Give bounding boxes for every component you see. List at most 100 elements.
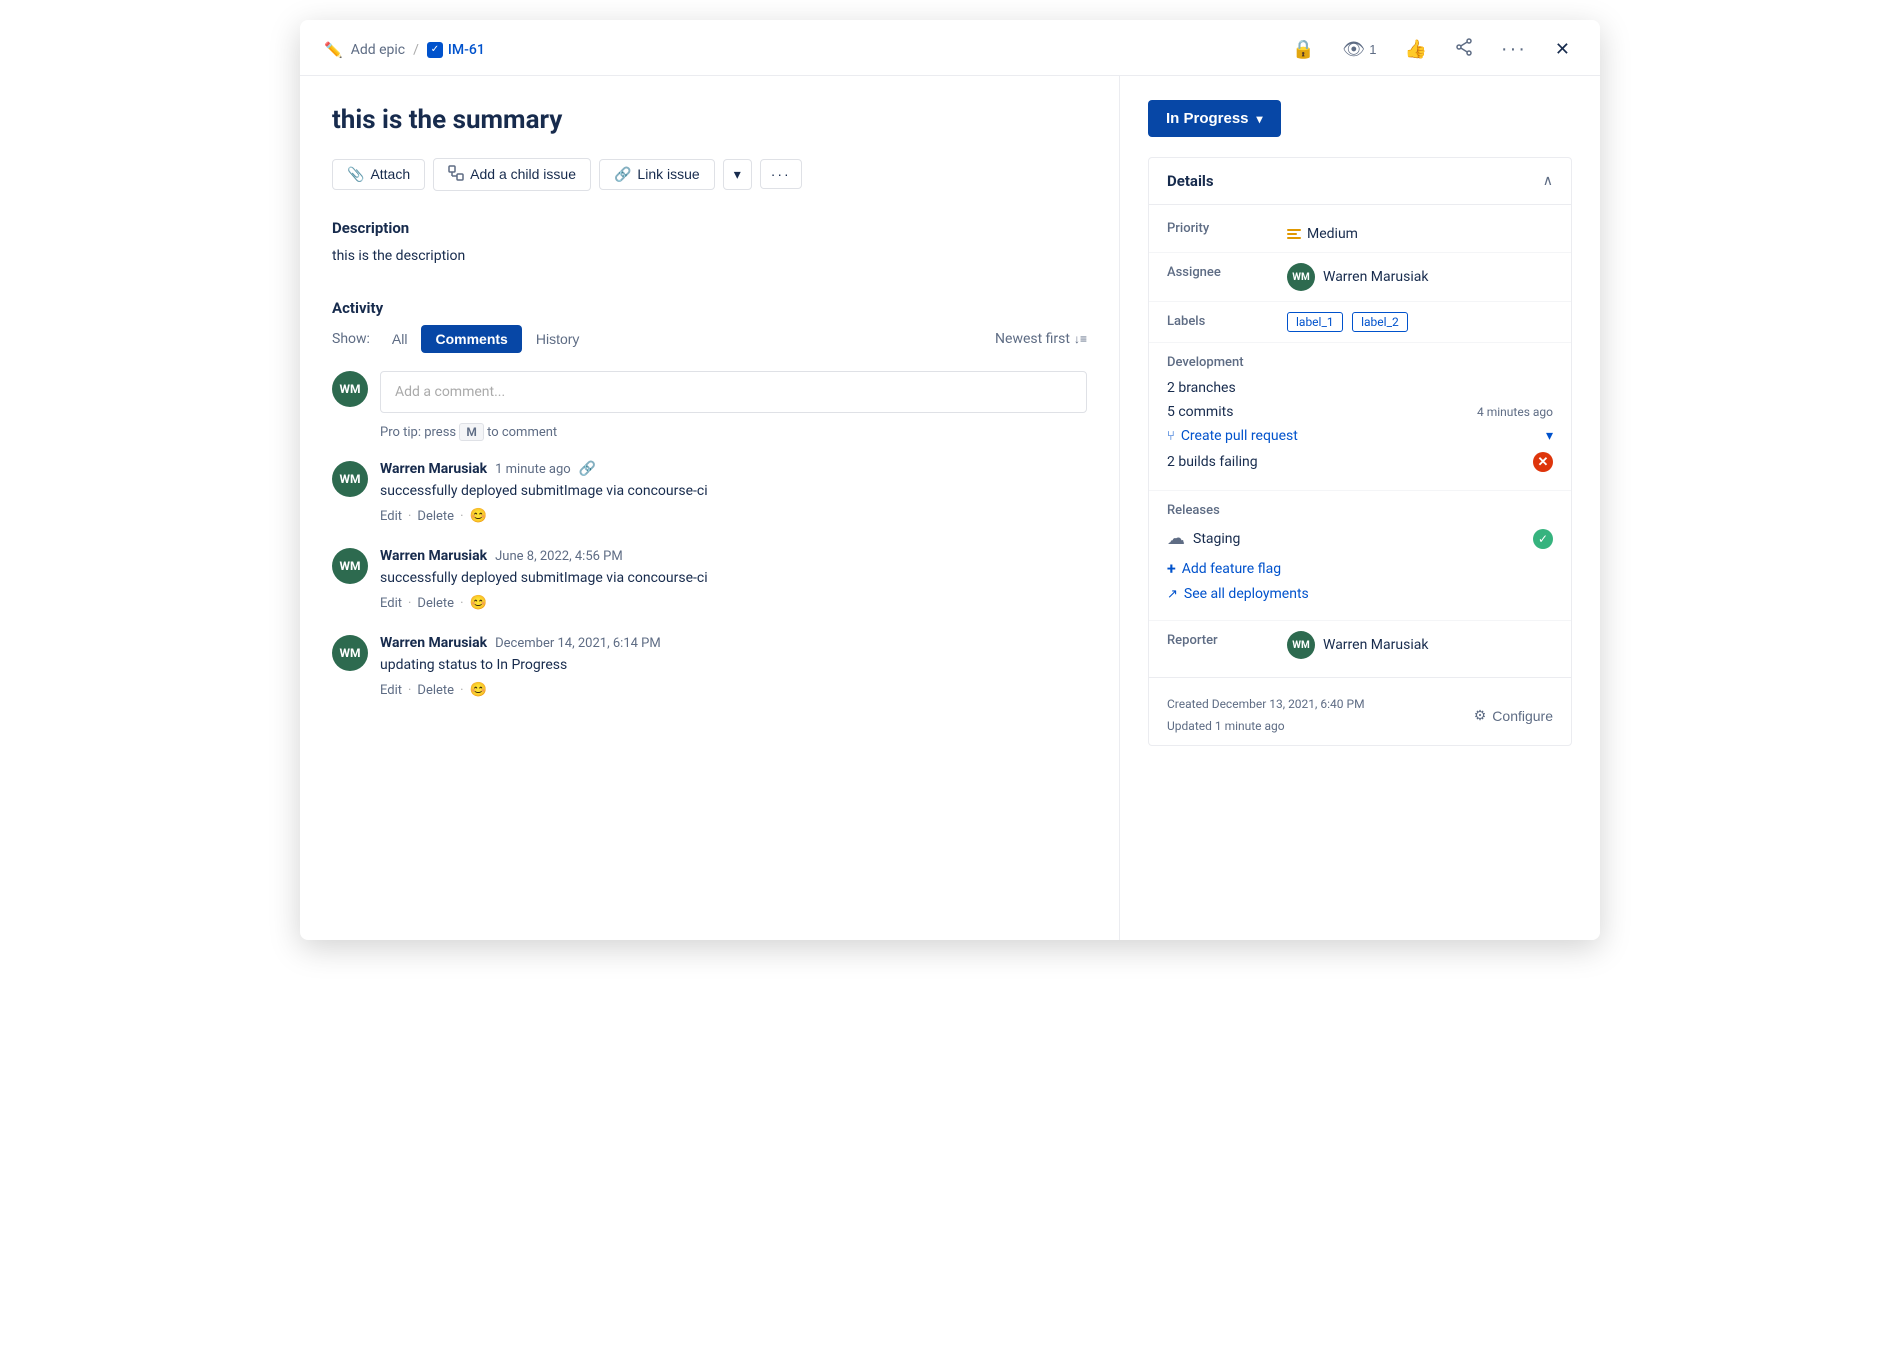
activity-section: Activity Show: All Comments History Newe… <box>332 299 1087 698</box>
delete-link[interactable]: Delete <box>417 596 454 611</box>
comment-input[interactable]: Add a comment... <box>380 371 1087 413</box>
comment-time: 1 minute ago <box>495 462 571 477</box>
details-header[interactable]: Details ∧ <box>1149 158 1571 205</box>
header-actions: 🔒 👁 1 👍 ··· ✕ <box>1286 34 1576 65</box>
sort-dropdown[interactable]: Newest first ↓≡ <box>995 331 1087 347</box>
development-label: Development <box>1167 353 1244 370</box>
description-text: this is the description <box>332 245 1087 267</box>
build-fail-icon: ✕ <box>1533 452 1553 472</box>
status-button[interactable]: In Progress ▾ <box>1148 100 1281 137</box>
configure-button[interactable]: ⚙ Configure <box>1474 707 1553 724</box>
more-button[interactable]: ··· <box>1495 34 1533 65</box>
edit-link[interactable]: Edit <box>380 683 402 698</box>
add-child-issue-button[interactable]: Add a child issue <box>433 158 591 191</box>
tab-all[interactable]: All <box>378 325 422 353</box>
chevron-down-icon: ▾ <box>1257 112 1263 126</box>
builds-failing-text: 2 builds failing <box>1167 454 1258 470</box>
tab-comments[interactable]: Comments <box>421 325 521 353</box>
close-button[interactable]: ✕ <box>1549 35 1576 64</box>
details-chevron-icon: ∧ <box>1543 173 1553 189</box>
activity-tabs: Show: All Comments History Newest first … <box>332 325 1087 353</box>
eye-icon: 👁 <box>1342 39 1365 60</box>
delete-link[interactable]: Delete <box>417 683 454 698</box>
reporter-row: Reporter WM Warren Marusiak <box>1149 621 1571 669</box>
issue-type-icon: ✓ <box>427 42 443 58</box>
attach-button[interactable]: 📎 Attach <box>332 159 425 190</box>
comment-body: Warren Marusiak June 8, 2022, 4:56 PM su… <box>380 548 1087 611</box>
main-content: this is the summary 📎 Attach Add a child… <box>300 76 1120 940</box>
assignee-value: WM Warren Marusiak <box>1287 263 1553 291</box>
lock-icon: 🔒 <box>1292 39 1314 60</box>
pencil-icon: ✏️ <box>324 41 343 59</box>
labels-value: label_1 label_2 <box>1287 312 1553 332</box>
label-tag-2[interactable]: label_2 <box>1352 312 1408 332</box>
priority-icon: Medium <box>1287 226 1358 242</box>
priority-value: Medium <box>1287 219 1553 242</box>
comment-author: Warren Marusiak <box>380 548 487 564</box>
comment-time: June 8, 2022, 4:56 PM <box>495 549 623 564</box>
commits-value: 5 commits <box>1167 404 1233 420</box>
avatar: WM <box>332 461 368 497</box>
comment-body: Warren Marusiak 1 minute ago 🔗 successfu… <box>380 461 1087 524</box>
comment-meta: Warren Marusiak December 14, 2021, 6:14 … <box>380 635 1087 651</box>
watch-button[interactable]: 👁 1 <box>1336 35 1382 64</box>
development-row: Development 2 branches 5 commits 4 minut… <box>1149 343 1571 491</box>
emoji-button[interactable]: 😊 <box>469 595 486 611</box>
label-tag-1[interactable]: label_1 <box>1287 312 1343 332</box>
share-icon <box>1455 38 1473 61</box>
issue-title: this is the summary <box>332 104 1087 138</box>
like-button[interactable]: 👍 <box>1399 35 1433 64</box>
share-button[interactable] <box>1449 34 1479 65</box>
add-epic-link[interactable]: Add epic <box>351 42 405 58</box>
footer-dates: Created December 13, 2021, 6:40 PM Updat… <box>1167 694 1365 737</box>
avatar: WM <box>332 635 368 671</box>
comment-meta: Warren Marusiak June 8, 2022, 4:56 PM <box>380 548 1087 564</box>
comment-item: WM Warren Marusiak June 8, 2022, 4:56 PM… <box>332 548 1087 611</box>
add-feature-flag-link[interactable]: + Add feature flag <box>1167 559 1553 578</box>
priority-row: Priority Medium <box>1149 209 1571 253</box>
staging-row: ☁ Staging ✓ <box>1167 528 1553 549</box>
comment-link-icon[interactable]: 🔗 <box>579 461 596 477</box>
modal-body: this is the summary 📎 Attach Add a child… <box>300 76 1600 940</box>
comment-actions: Edit · Delete · 😊 <box>380 682 1087 698</box>
delete-link[interactable]: Delete <box>417 509 454 524</box>
show-label: Show: <box>332 331 370 347</box>
arrow-icon: ↗ <box>1167 587 1178 602</box>
edit-link[interactable]: Edit <box>380 509 402 524</box>
emoji-button[interactable]: 😊 <box>469 508 486 524</box>
branches-row: 2 branches <box>1167 380 1553 396</box>
assignee-label: Assignee <box>1167 263 1287 280</box>
more-options-button[interactable]: ··· <box>760 159 802 189</box>
avatar: WM <box>332 548 368 584</box>
pr-icon: ⑂ <box>1167 429 1175 444</box>
plus-icon: + <box>1167 559 1176 578</box>
branches-value: 2 branches <box>1167 380 1236 396</box>
chevron-down-icon: ▾ <box>734 166 741 183</box>
gear-icon: ⚙ <box>1474 707 1487 724</box>
current-user-avatar: WM <box>332 371 368 407</box>
more-icon: ··· <box>1501 38 1527 61</box>
emoji-button[interactable]: 😊 <box>469 682 486 698</box>
create-pr-link[interactable]: ⑂ Create pull request <box>1167 428 1298 444</box>
lock-button[interactable]: 🔒 <box>1286 35 1320 64</box>
builds-failing-row: 2 builds failing ✕ <box>1167 452 1553 472</box>
edit-link[interactable]: Edit <box>380 596 402 611</box>
issue-link[interactable]: ✓ IM-61 <box>427 42 485 58</box>
see-all-deployments-link[interactable]: ↗ See all deployments <box>1167 586 1553 602</box>
dropdown-button[interactable]: ▾ <box>723 159 752 190</box>
tab-history[interactable]: History <box>522 325 594 353</box>
labels-row: Labels label_1 label_2 <box>1149 302 1571 343</box>
modal-header: ✏️ Add epic / ✓ IM-61 🔒 👁 1 👍 <box>300 20 1600 76</box>
child-issue-icon <box>448 165 464 184</box>
breadcrumb-separator: / <box>413 42 419 58</box>
breadcrumb: ✏️ Add epic / ✓ IM-61 <box>324 41 485 59</box>
chevron-down-icon: ▾ <box>1546 428 1553 444</box>
watch-count: 1 <box>1369 42 1376 57</box>
activity-label: Activity <box>332 299 1087 317</box>
commits-row: 5 commits 4 minutes ago <box>1167 404 1553 420</box>
comment-author: Warren Marusiak <box>380 461 487 477</box>
pro-tip: Pro tip: press M to comment <box>380 423 1087 441</box>
link-issue-button[interactable]: 🔗 Link issue <box>599 159 715 190</box>
thumbsup-icon: 👍 <box>1405 39 1427 60</box>
assignee-row: Assignee WM Warren Marusiak <box>1149 253 1571 302</box>
